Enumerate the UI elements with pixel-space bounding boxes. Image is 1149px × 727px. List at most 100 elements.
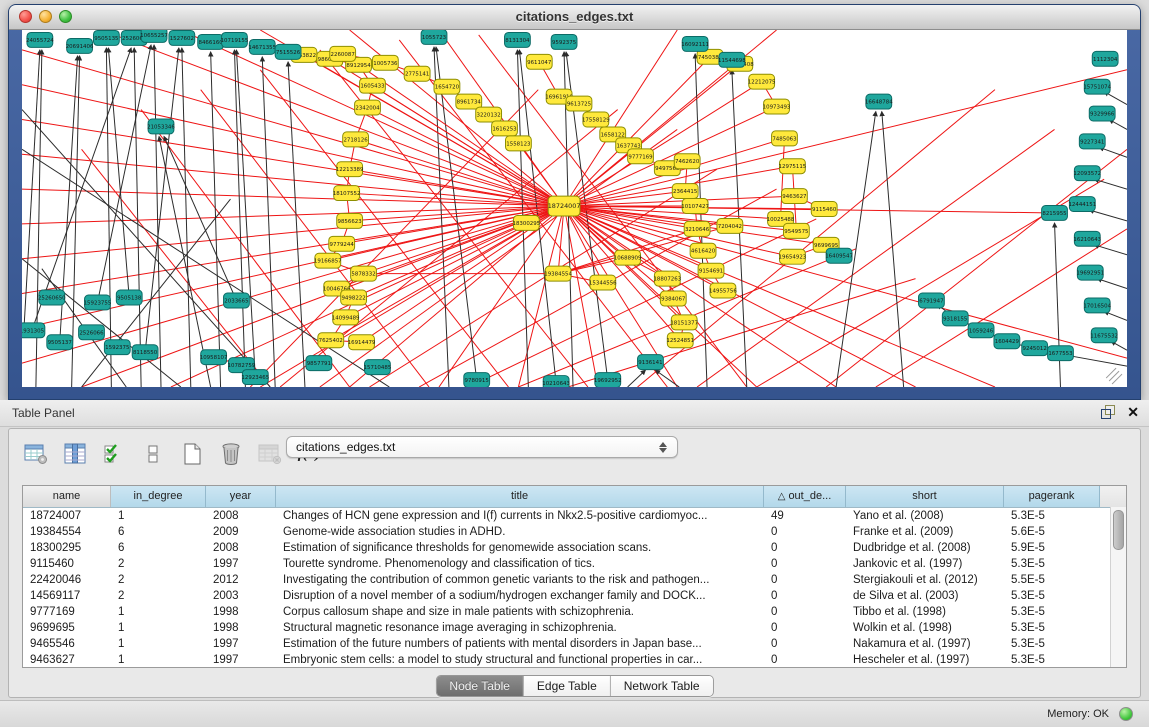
select-all-columns-button[interactable] [101, 441, 127, 467]
tab-network-table[interactable]: Network Table [611, 676, 713, 696]
graph-node[interactable]: 8118550 [132, 345, 158, 360]
cell-short[interactable]: Yano et al. (2008) [846, 508, 1004, 524]
cell-name[interactable]: 9115460 [23, 556, 111, 572]
cell-year[interactable]: 2003 [206, 588, 276, 604]
cell-in_degree[interactable]: 1 [111, 652, 206, 668]
tab-node-table[interactable]: Node Table [436, 676, 524, 696]
column-header-short[interactable]: short [846, 486, 1004, 507]
cell-in_degree[interactable]: 6 [111, 524, 206, 540]
graph-node[interactable]: 15923755 [84, 295, 112, 310]
graph-edge[interactable] [234, 50, 245, 387]
graph-edge[interactable] [1109, 371, 1119, 381]
table-row[interactable]: 977716911998Corpus callosum shape and si… [23, 604, 1126, 620]
graph-node[interactable]: 18300295 [512, 215, 540, 230]
cell-pagerank[interactable]: 5.3E-5 [1004, 556, 1100, 572]
graph-node[interactable]: 2260087 [330, 46, 356, 61]
minimize-window-button[interactable] [39, 10, 52, 23]
cell-name[interactable]: 9463627 [23, 652, 111, 668]
graph-node[interactable]: 12923465 [241, 370, 269, 385]
graph-node[interactable]: 9857791 [306, 356, 332, 371]
graph-node[interactable]: 19384554 [544, 266, 572, 281]
graph-node[interactable]: 5878332 [351, 266, 377, 281]
cell-in_degree[interactable]: 2 [111, 588, 206, 604]
graph-node[interactable]: 9329966 [1089, 106, 1115, 121]
graph-edge[interactable] [97, 45, 151, 303]
graph-node[interactable]: 2526066 [79, 325, 105, 340]
graph-node[interactable]: 18724007 [548, 196, 581, 216]
cell-out_degree[interactable]: 0 [764, 556, 846, 572]
cell-pagerank[interactable]: 5.3E-5 [1004, 652, 1100, 668]
graph-node[interactable]: 9115460 [811, 202, 837, 217]
cell-name[interactable]: 22420046 [23, 572, 111, 588]
table-row[interactable]: 911546021997Tourette syndrome. Phenomeno… [23, 556, 1126, 572]
cell-short[interactable]: Jankovic et al. (1997) [846, 556, 1004, 572]
graph-node[interactable]: 6791947 [919, 293, 945, 308]
cell-name[interactable]: 9777169 [23, 604, 111, 620]
cell-year[interactable]: 1997 [206, 556, 276, 572]
graph-edge[interactable] [882, 112, 904, 387]
graph-node[interactable]: 8215955 [1042, 206, 1068, 221]
delete-column-button[interactable] [218, 441, 244, 467]
graph-node[interactable]: 1592375 [104, 340, 130, 355]
graph-node[interactable]: 1558123 [505, 136, 531, 151]
column-header-pagerank[interactable]: pagerank [1004, 486, 1100, 507]
cell-pagerank[interactable]: 5.3E-5 [1004, 508, 1100, 524]
graph-node[interactable]: 12212075 [748, 74, 776, 89]
graph-edge[interactable] [1055, 223, 1061, 387]
network-view-window[interactable]: citations_edges.txt 18724007183002957663… [8, 4, 1141, 400]
cell-in_degree[interactable]: 1 [111, 604, 206, 620]
graph-node[interactable]: 19692952 [594, 373, 622, 387]
graph-node[interactable]: 10958107 [200, 350, 228, 365]
cell-title[interactable]: Estimation of the future numbers of pati… [276, 636, 764, 652]
graph-edge[interactable] [655, 370, 679, 387]
graph-edge[interactable] [288, 62, 305, 387]
cell-pagerank[interactable]: 5.3E-5 [1004, 620, 1100, 636]
graph-edge[interactable] [182, 48, 191, 387]
graph-node[interactable]: 1931305 [22, 323, 45, 338]
cell-short[interactable]: Franke et al. (2009) [846, 524, 1004, 540]
graph-edge[interactable] [1112, 374, 1122, 384]
cell-in_degree[interactable]: 1 [111, 620, 206, 636]
cell-year[interactable]: 1997 [206, 636, 276, 652]
cell-short[interactable]: Wolkin et al. (1998) [846, 620, 1004, 636]
graph-node[interactable]: 21053346 [147, 119, 175, 134]
graph-node[interactable]: 3210646 [684, 221, 710, 236]
graph-edge[interactable] [1094, 245, 1127, 255]
graph-edge[interactable] [367, 108, 564, 206]
cell-out_degree[interactable]: 0 [764, 572, 846, 588]
graph-node[interactable]: 12444151 [1068, 197, 1096, 212]
graph-node[interactable]: 16092111 [681, 36, 709, 51]
cell-in_degree[interactable]: 6 [111, 540, 206, 556]
graph-node[interactable]: 9779244 [329, 236, 355, 251]
graph-node[interactable]: 9318155 [942, 311, 968, 326]
show-columns-button[interactable] [62, 441, 88, 467]
cell-pagerank[interactable]: 5.9E-5 [1004, 540, 1100, 556]
cell-title[interactable]: Investigating the contribution of common… [276, 572, 764, 588]
graph-node[interactable]: 17558129 [582, 112, 610, 127]
zoom-window-button[interactable] [59, 10, 72, 23]
graph-node[interactable]: 10688909 [614, 250, 642, 265]
cell-in_degree[interactable]: 1 [111, 508, 206, 524]
graph-node[interactable]: 9154691 [698, 263, 724, 278]
table-selector-dropdown[interactable]: citations_edges.txt [286, 436, 678, 458]
graph-edge[interactable] [145, 48, 179, 352]
column-header-in-degree[interactable]: in_degree [111, 486, 206, 507]
graph-node[interactable]: 24055724 [26, 32, 54, 47]
graph-node[interactable]: 1616253 [492, 121, 518, 136]
graph-edge[interactable] [1094, 179, 1127, 189]
cell-year[interactable]: 2008 [206, 540, 276, 556]
graph-node[interactable]: 1055723 [421, 30, 447, 44]
table-scrollbar-thumb[interactable] [1113, 510, 1124, 550]
graph-node[interactable]: 11544698 [718, 52, 746, 67]
graph-node[interactable]: 1112304 [1092, 51, 1118, 66]
cell-short[interactable]: Nakamura et al. (1997) [846, 636, 1004, 652]
cell-title[interactable]: Structural magnetic resonance image aver… [276, 620, 764, 636]
cell-title[interactable]: Embryonic stem cells: a model to study s… [276, 652, 764, 668]
graph-node[interactable]: 8131304 [505, 32, 531, 47]
close-panel-button[interactable]: ✕ [1127, 405, 1139, 419]
graph-edge[interactable] [564, 206, 1054, 213]
graph-node[interactable]: 7462620 [674, 154, 700, 169]
graph-node[interactable]: 7515526 [275, 44, 301, 59]
cell-pagerank[interactable]: 5.5E-5 [1004, 572, 1100, 588]
graph-node[interactable]: 7485063 [772, 131, 798, 146]
